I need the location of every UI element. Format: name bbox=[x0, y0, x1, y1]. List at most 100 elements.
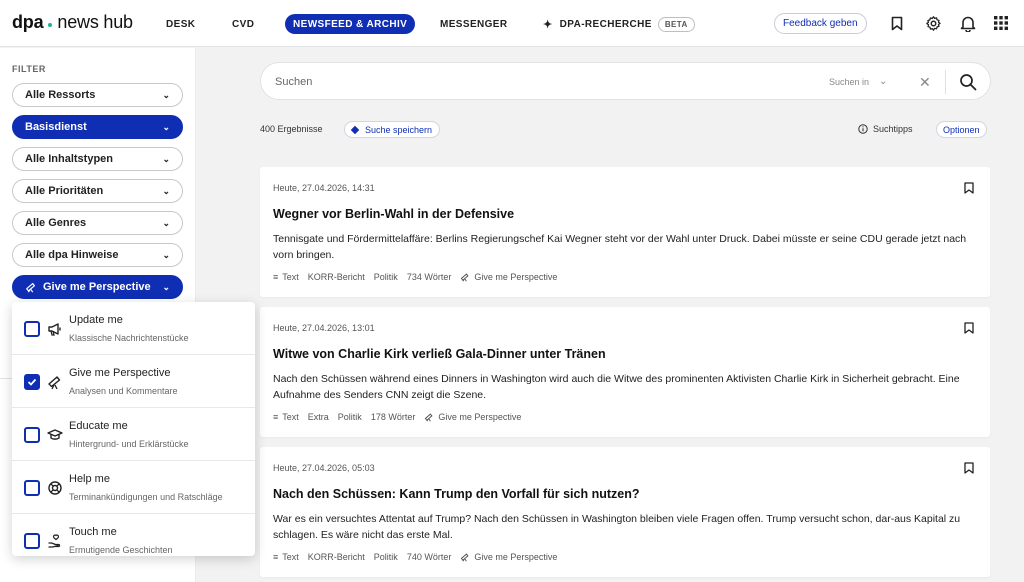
telescope-icon bbox=[425, 413, 433, 422]
option-title: Educate me bbox=[69, 420, 128, 432]
option-title: Touch me bbox=[69, 526, 117, 538]
filter-dpa-hinweise[interactable]: Alle dpa Hinweise ⌄ bbox=[12, 243, 183, 267]
nav-newsfeed-archiv[interactable]: NEWSFEED & ARCHIV bbox=[285, 14, 416, 34]
chevron-down-icon: ⌄ bbox=[162, 185, 170, 196]
logo-dpa: dpa bbox=[12, 12, 44, 32]
search-in-select[interactable]: Suchen in ⌄ bbox=[829, 76, 887, 87]
article-time: Heute, 27.04.2026, 05:03 bbox=[273, 463, 375, 473]
bookmark-icon[interactable] bbox=[964, 322, 974, 334]
article-meta: ≡ Text KORR-Bericht Politik 734 Wörter Gi… bbox=[273, 272, 566, 282]
meta-user-need: Give me Perspective bbox=[424, 412, 521, 422]
meta-type: ≡ Text bbox=[273, 412, 299, 422]
meta-type-label: Text bbox=[282, 272, 299, 282]
article-time: Heute, 27.04.2026, 14:31 bbox=[273, 183, 375, 193]
bookmark-icon[interactable] bbox=[964, 462, 974, 474]
diamond-icon bbox=[350, 125, 360, 134]
option-update-me[interactable]: Update me Klassische Nachrichtenstücke bbox=[12, 302, 255, 355]
meta-words: 178 Wörter bbox=[370, 412, 416, 422]
nav-messenger[interactable]: MESSENGER bbox=[440, 14, 508, 34]
result-count: 400 Ergebnisse bbox=[260, 124, 323, 134]
meta-genre: KORR-Bericht bbox=[307, 552, 365, 562]
bell-icon[interactable] bbox=[959, 14, 977, 32]
article-card[interactable]: Heute, 27.04.2026, 05:03 Nach den Schüss… bbox=[260, 447, 990, 577]
apps-grid-icon[interactable] bbox=[992, 14, 1010, 32]
nav-dpa-recherche-label: DPA-RECHERCHE bbox=[559, 18, 652, 30]
chevron-down-icon: ⌄ bbox=[879, 76, 888, 87]
filter-label: Alle Prioritäten bbox=[25, 185, 104, 197]
option-educate-me[interactable]: Educate me Hintergrund- und Erklärstücke bbox=[12, 408, 255, 461]
meta-type-label: Text bbox=[282, 552, 299, 562]
article-card[interactable]: Heute, 27.04.2026, 14:31 Wegner vor Berl… bbox=[260, 167, 990, 297]
filter-label: Alle Inhaltstypen bbox=[25, 153, 114, 165]
option-give-me-perspective[interactable]: Give me Perspective Analysen und Komment… bbox=[12, 355, 255, 408]
chevron-down-icon: ⌄ bbox=[162, 281, 170, 292]
filter-basisdienst[interactable]: Basisdienst ⌄ bbox=[12, 115, 183, 139]
article-card[interactable]: Heute, 27.04.2026, 13:01 Witwe von Charl… bbox=[260, 307, 990, 437]
telescope-icon bbox=[26, 282, 36, 293]
chevron-down-icon: ⌄ bbox=[162, 121, 170, 132]
checkmark-icon bbox=[27, 378, 37, 386]
article-title[interactable]: Witwe von Charlie Kirk verließ Gala-Dinn… bbox=[273, 347, 606, 361]
telescope-icon bbox=[461, 553, 469, 562]
option-help-me[interactable]: Help me Terminankündigungen und Ratschlä… bbox=[12, 461, 255, 514]
option-title: Help me bbox=[69, 473, 110, 485]
feedback-button[interactable]: Feedback geben bbox=[774, 13, 867, 34]
meta-user-need: Give me Perspective bbox=[460, 272, 557, 282]
article-teaser: War es ein versuchtes Attentat auf Trump… bbox=[273, 513, 961, 541]
filter-inhaltstypen[interactable]: Alle Inhaltstypen ⌄ bbox=[12, 147, 183, 171]
filter-ressorts[interactable]: Alle Ressorts ⌄ bbox=[12, 83, 183, 107]
checkbox[interactable] bbox=[24, 427, 40, 443]
chevron-down-icon: ⌄ bbox=[162, 153, 170, 164]
checkbox[interactable] bbox=[24, 533, 40, 549]
filter-user-needs[interactable]: Give me Perspective ⌄ bbox=[12, 275, 183, 299]
megaphone-icon bbox=[48, 323, 61, 336]
article-title[interactable]: Wegner vor Berlin-Wahl in der Defensive bbox=[273, 207, 514, 221]
article-title[interactable]: Nach den Schüssen: Kann Trump den Vorfal… bbox=[273, 487, 639, 501]
option-title: Give me Perspective bbox=[69, 367, 171, 379]
meta-genre: KORR-Bericht bbox=[307, 272, 365, 282]
bookmark-icon[interactable] bbox=[964, 182, 974, 194]
save-search-label: Suche speichern bbox=[365, 124, 433, 135]
text-lines-icon: ≡ bbox=[273, 272, 279, 282]
save-search-button[interactable]: Suche speichern bbox=[344, 121, 441, 138]
nav-dpa-recherche[interactable]: ✦ DPA-RECHERCHE BETA bbox=[543, 14, 695, 34]
search-input[interactable] bbox=[275, 73, 795, 91]
beta-badge: BETA bbox=[657, 16, 695, 32]
option-subtitle: Klassische Nachrichtenstücke bbox=[69, 333, 189, 343]
meta-user-need: Give me Perspective bbox=[460, 552, 557, 562]
nav-cvd[interactable]: CVD bbox=[232, 14, 254, 34]
filter-title: FILTER bbox=[12, 64, 46, 74]
telescope-icon bbox=[48, 376, 61, 390]
checkbox[interactable] bbox=[24, 321, 40, 337]
option-subtitle: Hintergrund- und Erklärstücke bbox=[69, 439, 189, 449]
gear-icon[interactable] bbox=[924, 14, 942, 32]
bookmark-icon[interactable] bbox=[888, 14, 906, 32]
lifebuoy-icon bbox=[48, 481, 62, 495]
clear-icon[interactable]: ✕ bbox=[919, 74, 931, 91]
article-meta: ≡ Text Extra Politik 178 Wörter Give me P… bbox=[273, 412, 530, 422]
search-icon[interactable] bbox=[958, 72, 978, 92]
filter-genres[interactable]: Alle Genres ⌄ bbox=[12, 211, 183, 235]
search-tips-link[interactable]: Suchtipps bbox=[858, 124, 913, 134]
meta-type-label: Text bbox=[282, 412, 299, 422]
nav-desk[interactable]: DESK bbox=[166, 14, 195, 34]
filter-label: Basisdienst bbox=[25, 121, 87, 133]
info-icon bbox=[858, 124, 868, 134]
search-bar: Suchen in ⌄ ✕ bbox=[260, 62, 991, 100]
options-button[interactable]: Optionen bbox=[936, 121, 987, 138]
filter-prioritaeten[interactable]: Alle Prioritäten ⌄ bbox=[12, 179, 183, 203]
meta-type: ≡ Text bbox=[273, 552, 299, 562]
checkbox-checked[interactable] bbox=[24, 374, 40, 390]
top-navigation: dpa news hub DESK CVD NEWSFEED & ARCHIV … bbox=[0, 0, 1024, 47]
chevron-down-icon: ⌄ bbox=[162, 89, 170, 100]
meta-words: 734 Wörter bbox=[406, 272, 452, 282]
filter-label: Alle Ressorts bbox=[25, 89, 96, 101]
article-time: Heute, 27.04.2026, 13:01 bbox=[273, 323, 375, 333]
search-tips-label: Suchtipps bbox=[873, 124, 913, 134]
filter-label: Alle dpa Hinweise bbox=[25, 249, 119, 261]
meta-user-need-label: Give me Perspective bbox=[438, 412, 522, 422]
logo[interactable]: dpa news hub bbox=[12, 12, 133, 33]
checkbox[interactable] bbox=[24, 480, 40, 496]
chevron-down-icon: ⌄ bbox=[162, 217, 170, 228]
option-touch-me[interactable]: Touch me Ermutigende Geschichten bbox=[12, 514, 255, 556]
